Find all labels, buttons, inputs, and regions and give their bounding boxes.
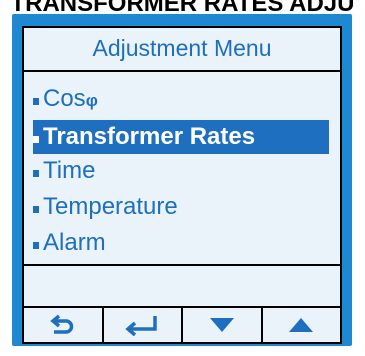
back-arrow-icon [50,314,73,334]
enter-icon [125,316,157,336]
menu-item-transformer-rates[interactable]: Transformer Rates [33,120,329,154]
menu-item-label: Alarm [43,229,106,256]
softkey-bar [22,306,342,344]
bullet-icon [33,98,39,105]
menu-item-label: Temperature [43,193,178,220]
menu-item-temperature[interactable]: Temperature [33,190,329,224]
lcd-screen: Adjustment Menu Cosφ Transformer Rates T… [22,26,342,308]
menu-title: Adjustment Menu [24,28,340,72]
bullet-icon [33,206,39,213]
back-button[interactable] [24,308,104,342]
up-triangle-icon [289,318,314,332]
up-button[interactable] [262,308,340,342]
menu-item-alarm[interactable]: Alarm [33,226,329,260]
bullet-icon [33,136,39,143]
menu-item-cosphi[interactable]: Cosφ [33,82,329,116]
menu-item-time[interactable]: Time [33,154,329,188]
divider [24,264,340,266]
down-triangle-icon [209,318,234,332]
bullet-icon [33,170,39,177]
menu-item-label: Transformer Rates [43,123,256,150]
bullet-icon [33,242,39,249]
enter-button[interactable] [103,308,183,342]
menu-item-label: Cos [43,85,86,112]
down-button[interactable] [183,308,263,342]
menu-item-label: Time [43,157,96,184]
phi-symbol: φ [85,91,98,110]
